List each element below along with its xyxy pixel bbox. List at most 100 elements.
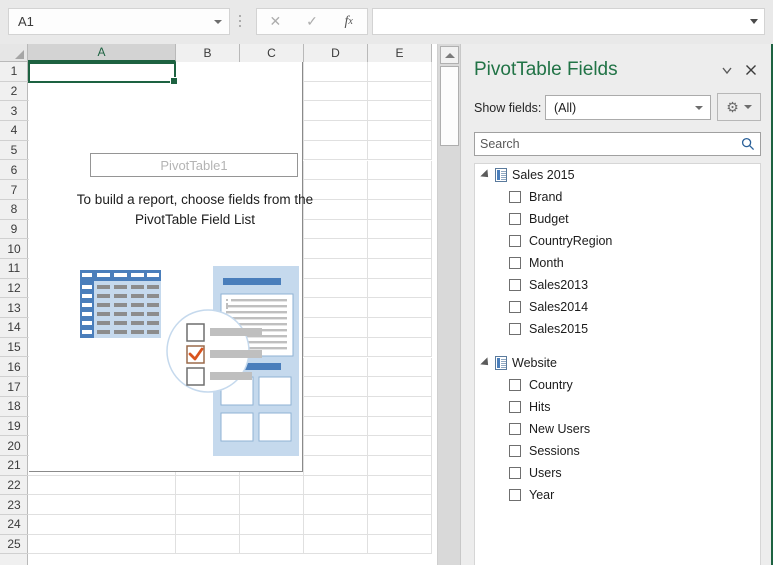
field-checkbox[interactable] [509, 323, 521, 335]
name-box-dropdown-icon[interactable] [207, 19, 229, 24]
search-input[interactable]: Search [474, 132, 761, 156]
row-header-10[interactable]: 10 [0, 239, 28, 259]
cell-D5[interactable] [304, 140, 368, 161]
show-fields-dropdown-icon[interactable] [688, 105, 710, 110]
cell-D4[interactable] [304, 121, 368, 141]
field-list-tools-button[interactable]: ⚙ [717, 93, 761, 121]
scroll-up-arrow-icon[interactable] [440, 46, 459, 64]
row-header-4[interactable]: 4 [0, 121, 28, 141]
pane-minimize-icon[interactable] [719, 62, 735, 78]
cell-D6[interactable] [304, 160, 368, 181]
field-checkbox[interactable] [509, 467, 521, 479]
cell-A25[interactable] [28, 534, 176, 555]
row-header-1[interactable]: 1 [0, 62, 28, 82]
worksheet-grid[interactable]: ABCDE 1 2 3 4 5 6 7 8 9 10 11 12 13 14 15 16 17 18 19 20 21 2… [0, 44, 460, 565]
field-checkbox[interactable] [509, 423, 521, 435]
row-header-21[interactable]: 21 [0, 456, 28, 476]
field-checkbox[interactable] [509, 445, 521, 457]
cell-E14[interactable] [368, 318, 432, 338]
field-item-users[interactable]: Users [475, 462, 760, 484]
column-header-c[interactable]: C [240, 44, 304, 62]
field-item-hits[interactable]: Hits [475, 396, 760, 418]
row-header-25[interactable]: 25 [0, 535, 28, 555]
field-group-sales-2015[interactable]: Sales 2015 [475, 164, 760, 186]
cell-B25[interactable] [176, 534, 240, 555]
cell-E4[interactable] [368, 121, 432, 141]
row-header-16[interactable]: 16 [0, 358, 28, 378]
vertical-scrollbar[interactable] [437, 44, 460, 565]
show-fields-select[interactable]: (All) [545, 95, 711, 120]
row-header-22[interactable]: 22 [0, 476, 28, 496]
expander-triangle-icon[interactable] [480, 169, 492, 181]
cell-B23[interactable] [176, 495, 240, 516]
row-header-9[interactable]: 9 [0, 220, 28, 240]
cell-E2[interactable] [368, 81, 432, 102]
cell-E8[interactable] [368, 199, 432, 220]
cell-E20[interactable] [368, 436, 432, 456]
cell-C22[interactable] [240, 475, 304, 496]
row-header-6[interactable]: 6 [0, 161, 28, 181]
cell-E19[interactable] [368, 416, 432, 437]
cell-B22[interactable] [176, 475, 240, 496]
field-item-sales2013[interactable]: Sales2013 [475, 274, 760, 296]
cell-E10[interactable] [368, 239, 432, 259]
field-checkbox[interactable] [509, 235, 521, 247]
row-header-23[interactable]: 23 [0, 495, 28, 516]
cell-B24[interactable] [176, 515, 240, 535]
row-header-14[interactable]: 14 [0, 318, 28, 338]
field-item-month[interactable]: Month [475, 252, 760, 274]
row-header-15[interactable]: 15 [0, 338, 28, 358]
row-header-24[interactable]: 24 [0, 515, 28, 535]
cell-E22[interactable] [368, 475, 432, 496]
cell-E6[interactable] [368, 160, 432, 181]
cell-E12[interactable] [368, 278, 432, 299]
cell-D22[interactable] [304, 475, 368, 496]
row-header-12[interactable]: 12 [0, 279, 28, 299]
search-icon[interactable] [736, 137, 760, 151]
row-header-18[interactable]: 18 [0, 397, 28, 417]
cell-E7[interactable] [368, 180, 432, 200]
field-item-new-users[interactable]: New Users [475, 418, 760, 440]
row-header-13[interactable]: 13 [0, 298, 28, 319]
field-checkbox[interactable] [509, 301, 521, 313]
pivottable-placeholder[interactable]: PivotTable1 To build a report, choose fi… [29, 62, 313, 472]
active-cell-a1[interactable] [28, 62, 178, 85]
field-checkbox[interactable] [509, 213, 521, 225]
cell-E16[interactable] [368, 357, 432, 378]
scrollbar-thumb[interactable] [440, 66, 459, 146]
cell-E1[interactable] [368, 62, 432, 82]
cell-D2[interactable] [304, 81, 368, 102]
cell-E25[interactable] [368, 534, 432, 555]
row-header-19[interactable]: 19 [0, 417, 28, 437]
field-checkbox[interactable] [509, 379, 521, 391]
row-header-11[interactable]: 11 [0, 259, 28, 279]
cell-E21[interactable] [368, 456, 432, 476]
field-checkbox[interactable] [509, 489, 521, 501]
cell-C25[interactable] [240, 534, 304, 555]
formula-bar-handle-icon[interactable] [236, 11, 244, 31]
column-header-a[interactable]: A [28, 44, 176, 62]
field-item-year[interactable]: Year [475, 484, 760, 506]
row-header-17[interactable]: 17 [0, 377, 28, 397]
cell-D1[interactable] [304, 62, 368, 82]
formula-expand-icon[interactable] [744, 19, 764, 24]
column-header-b[interactable]: B [176, 44, 240, 62]
cell-E23[interactable] [368, 495, 432, 516]
name-box[interactable]: A1 [8, 8, 230, 35]
field-item-sales2014[interactable]: Sales2014 [475, 296, 760, 318]
cell-C24[interactable] [240, 515, 304, 535]
select-all-icon[interactable] [0, 44, 28, 62]
cell-A22[interactable] [28, 475, 176, 496]
row-header-3[interactable]: 3 [0, 101, 28, 122]
cell-D25[interactable] [304, 534, 368, 555]
insert-function-icon[interactable]: fx [330, 9, 367, 34]
field-group-website[interactable]: Website [475, 352, 760, 374]
cell-D24[interactable] [304, 515, 368, 535]
cell-E5[interactable] [368, 140, 432, 161]
pane-close-icon[interactable] [743, 62, 759, 78]
cell-D23[interactable] [304, 495, 368, 516]
cell-A24[interactable] [28, 515, 176, 535]
cell-E17[interactable] [368, 377, 432, 397]
field-item-country[interactable]: Country [475, 374, 760, 396]
row-header-20[interactable]: 20 [0, 436, 28, 456]
